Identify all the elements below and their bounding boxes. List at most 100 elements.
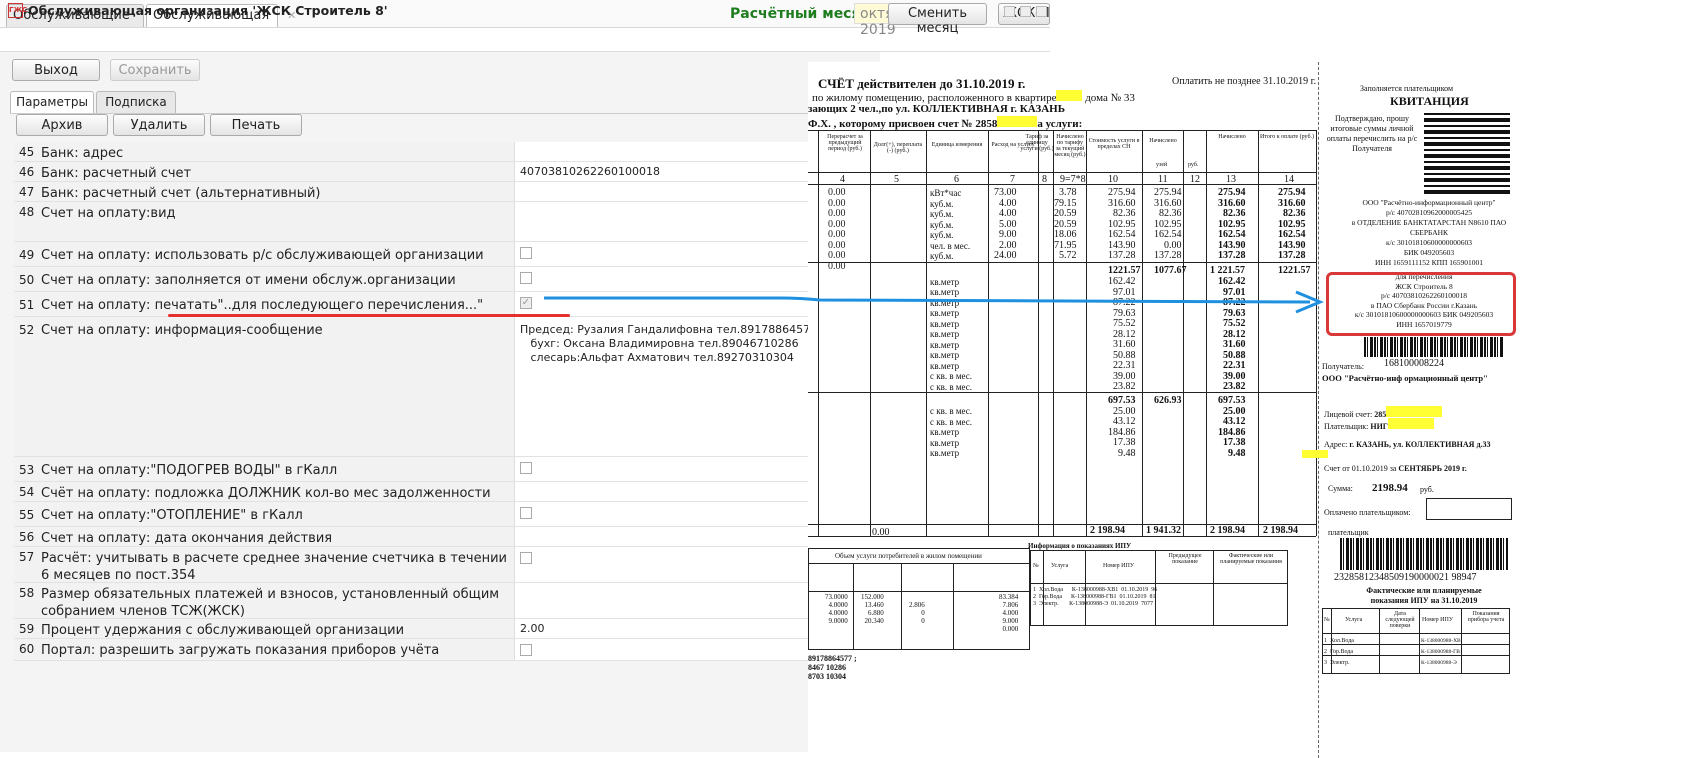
red-underline-annotation — [168, 314, 570, 317]
col-number: 13 — [1226, 174, 1236, 185]
row-number: 51 — [19, 298, 35, 312]
param-row[interactable]: 56 Счет на оплату: дата окончания действи… — [14, 527, 880, 547]
row-label: Размер обязательных платежей и взносов, … — [41, 587, 500, 619]
qr-code-icon — [1424, 110, 1510, 194]
checkbox[interactable] — [520, 462, 532, 474]
row-number: 53 — [19, 463, 35, 477]
tab-subscription[interactable]: Подписка — [96, 91, 176, 113]
checkbox[interactable] — [520, 247, 532, 259]
checkbox[interactable] — [520, 272, 532, 284]
sum-label: Сумма: — [1328, 484, 1353, 493]
ipu-header: Номер ИПУ — [1103, 563, 1135, 569]
volume-figures-3: 2.806 0 0 — [909, 601, 925, 625]
col-header: Начислено — [1149, 138, 1177, 144]
subtotal-2d: 1221.57 — [1278, 265, 1311, 276]
checkbox-checked[interactable]: ✓ — [520, 297, 532, 309]
charged-column-3: 697.53 25.00 43.12 184.86 17.38 9.48 — [1108, 395, 1136, 459]
param-row[interactable]: 57 Расчёт: учитывать в расчете среднее зн… — [14, 547, 880, 583]
minimize-icon[interactable] — [1004, 6, 1015, 17]
ipu-table: № Услуга Номер ИПУ Предыдущее показание … — [1030, 550, 1288, 626]
param-row[interactable]: 52 Счет на оплату: информация-сообщение Пр… — [14, 317, 880, 457]
total-column-13: 275.94 316.60 82.36 102.95 162.54 143.90… — [1218, 187, 1246, 261]
tab-parameters[interactable]: Параметры — [10, 91, 94, 114]
col-number: 8 — [1042, 174, 1047, 185]
residents-line: зающих 2 чел.,по ул. КОЛЛЕКТИВНАЯ г. КАЗ… — [808, 103, 1066, 115]
print-button[interactable]: Печать — [210, 114, 302, 136]
receipt-org-info: для перечисления ЖСК Строитель 8 р/с 40703… — [1354, 272, 1494, 329]
row-number: 57 — [19, 550, 35, 564]
param-row[interactable]: 47 Банк: расчетный счет (альтернативный) — [14, 182, 880, 202]
invoice-label: Счет от 01.10.2019 за — [1324, 464, 1397, 473]
total-column-14: 275.94 316.60 82.36 102.95 162.54 143.90… — [1278, 187, 1306, 261]
phones-fragment: 89178864577 ; 8467 10286 8703 10304 — [808, 654, 857, 681]
row-label: Банк: расчетный счет — [41, 166, 192, 181]
row-number: 47 — [19, 185, 35, 199]
row-label: Счет на оплату:"ОТОПЛЕНИЕ" в гКалл — [41, 508, 303, 523]
row-label: Счет на оплату: использовать р/с обслужи… — [41, 248, 484, 263]
units-column-2: кв.метр кв.метр кв.метр кв.метр кв.метр … — [930, 276, 973, 392]
param-row[interactable]: 55 Счет на оплату:"ОТОПЛЕНИЕ" в гКалл — [14, 502, 880, 527]
param-row[interactable]: 60 Портал: разрешить загружать показания … — [14, 639, 880, 661]
grand-total-standard: 1 941.32 — [1146, 525, 1181, 536]
maximize-icon[interactable] — [1020, 6, 1031, 17]
col-number: 11 — [1158, 174, 1168, 185]
param-row[interactable]: 49 Счет на оплату: использовать р/с обслу… — [14, 242, 880, 267]
col-number: 6 — [954, 174, 959, 185]
param-row[interactable]: 48 Счет на оплату:вид — [14, 202, 880, 242]
save-button[interactable]: Сохранить — [110, 59, 200, 81]
subtotal-3b: 626.93 — [1154, 395, 1182, 406]
archive-button[interactable]: Архив — [16, 114, 108, 136]
exit-button[interactable]: Выход — [12, 59, 100, 81]
redaction-mark — [1386, 406, 1443, 417]
ipu-header: Фактические или планируемые показания — [1220, 553, 1282, 565]
services-label: а услуги: — [1037, 118, 1083, 130]
checkbox[interactable] — [520, 552, 532, 564]
param-row[interactable]: 53 Счет на оплату:"ПОДОГРЕВ ВОДЫ" в гКалл — [14, 457, 880, 482]
barcode-number: 23285812348509190000021 98947 — [1334, 572, 1477, 583]
cut-line — [1318, 62, 1319, 758]
barcode-icon — [1364, 337, 1504, 357]
units-column: кВт*час куб.м. куб.м. куб.м. куб.м. чел.… — [930, 188, 971, 261]
meter-header: Номер ИПУ — [1422, 617, 1454, 623]
redaction-mark — [1056, 90, 1083, 101]
total-zero: 0.00 — [872, 527, 890, 538]
param-row[interactable]: 46 Банк: расчетный счет 407038102622601000… — [14, 162, 880, 182]
col-number: 7 — [1010, 174, 1015, 185]
close-window-icon[interactable] — [1036, 6, 1047, 17]
col-header: Начислено по тарифу за текущий месяц (ру… — [1054, 134, 1086, 158]
change-month-button[interactable]: Сменить месяц — [888, 3, 987, 36]
row-label: Счет на оплату: дата окончания действия — [41, 531, 333, 546]
standard-column: 275.94 316.60 82.36 102.95 162.54 0.00 1… — [1154, 187, 1182, 261]
receipt-note: Заполняется плательщиком — [1360, 84, 1454, 93]
checkbox[interactable] — [520, 507, 532, 519]
col-subheader: узей — [1156, 162, 1168, 168]
meter-rows: 1 Хол.Вода 2 Гор.Вода 3 Электр. — [1324, 638, 1354, 666]
param-row[interactable]: 45 Банк: адрес — [14, 142, 880, 162]
param-row[interactable]: 59 Процент удержания с обслуживающей орга… — [14, 619, 880, 639]
checkbox[interactable] — [520, 644, 532, 656]
payer-label: Плательщик: — [1324, 422, 1369, 431]
row-number: 60 — [19, 642, 35, 656]
units-column-3: с кв. в мес. с кв. в мес. кв.метр кв.мет… — [930, 406, 973, 458]
delete-button[interactable]: Удалить — [113, 114, 205, 136]
row-number: 52 — [19, 323, 35, 337]
volume-table: Объем услуги потребителей в жилом помеще… — [808, 548, 1030, 650]
grand-total-14: 2 198.94 — [1263, 525, 1298, 536]
row-label: Счёт на оплату: подложка ДОЛЖНИК кол-во … — [41, 486, 491, 501]
volume-figures-2: 152.000 13.460 6.880 20.340 — [861, 593, 884, 625]
meter-header: № — [1324, 617, 1330, 623]
ipu-table-title: Информация о показаниях ИПУ — [1028, 542, 1132, 550]
row-label: Счет на оплату: печатать"..для последующ… — [41, 298, 484, 313]
col-header: Начислено — [1218, 134, 1246, 140]
grand-total-13: 2 198.94 — [1210, 525, 1245, 536]
col-number: 5 — [894, 174, 899, 185]
param-row[interactable]: 54 Счёт на оплату: подложка ДОЛЖНИК кол-в… — [14, 482, 880, 502]
paid-box — [1426, 498, 1512, 520]
param-row[interactable]: 58 Размер обязательных платежей и взносов… — [14, 583, 880, 619]
col-number: 9=7*8 — [1060, 174, 1086, 185]
receipt-center-info: ООО "Расчётно-информационный центр" р/с 4… — [1351, 198, 1507, 267]
col-header: Итого к оплате (руб.) — [1260, 134, 1314, 140]
account-line: Ф.Х. , которому присвоен счет № 2858 — [808, 118, 998, 130]
house-number: дома № 33 — [1085, 92, 1135, 104]
window-titlebar — [0, 30, 1050, 52]
